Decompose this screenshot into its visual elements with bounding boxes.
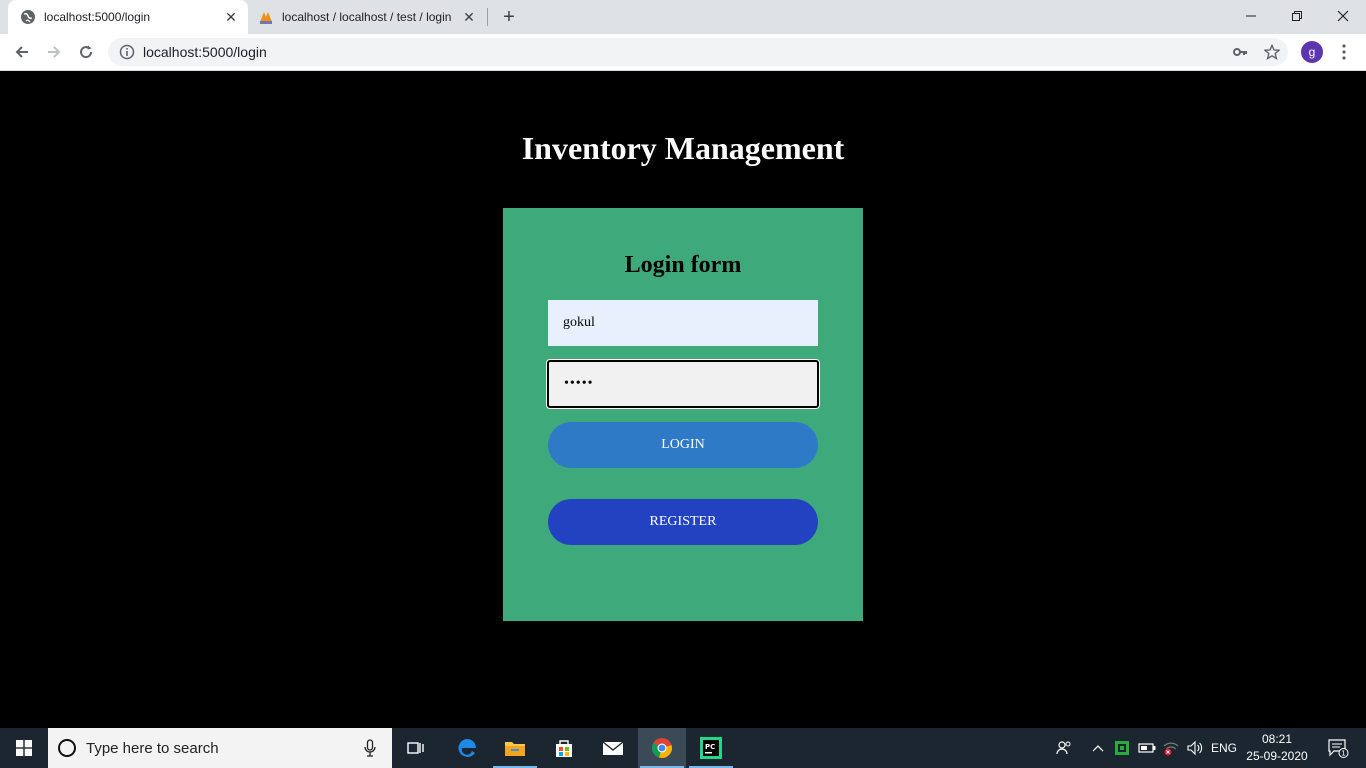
profile-avatar[interactable]: g — [1301, 41, 1323, 63]
form-title: Login form — [624, 252, 742, 278]
phpmyadmin-icon — [258, 9, 274, 25]
system-clock[interactable]: 08:21 25-09-2020 — [1242, 731, 1312, 765]
edge-browser-icon[interactable] — [443, 728, 491, 768]
battery-icon[interactable] — [1136, 728, 1158, 768]
back-arrow-icon[interactable] — [8, 38, 36, 66]
browser-toolbar: localhost:5000/login — [0, 34, 1366, 71]
windows-start-icon[interactable] — [0, 728, 48, 768]
tab-login[interactable]: localhost:5000/login ✕ — [8, 0, 248, 34]
address-bar[interactable]: localhost:5000/login — [108, 38, 1288, 66]
reload-icon[interactable] — [72, 38, 100, 66]
restore-icon[interactable] — [1274, 0, 1320, 32]
password-input[interactable] — [547, 360, 819, 408]
taskbar-search[interactable]: Type here to search — [48, 728, 392, 768]
notification-icon[interactable]: 1 — [1320, 728, 1356, 768]
more-menu-icon[interactable] — [1332, 38, 1356, 66]
notification-count: 1 — [1341, 750, 1345, 758]
network-disconnected-icon[interactable] — [1160, 728, 1182, 768]
clock-date: 25-09-2020 — [1246, 749, 1308, 763]
window-close-icon[interactable] — [1320, 0, 1366, 32]
tab-title: localhost / localhost / test / login — [282, 10, 452, 24]
cortana-icon — [58, 739, 76, 757]
svg-text:PC: PC — [705, 743, 715, 751]
star-icon[interactable] — [1258, 38, 1286, 66]
task-view-icon[interactable] — [392, 728, 440, 768]
taskbar: Type here to search PC ENG 08:21 25-09-2… — [0, 728, 1366, 768]
tray-app-icon[interactable] — [1112, 728, 1132, 768]
page-title: Inventory Management — [521, 130, 845, 166]
minimize-icon[interactable] — [1228, 0, 1274, 32]
new-tab-icon[interactable]: + — [497, 5, 521, 29]
volume-icon[interactable] — [1184, 728, 1206, 768]
close-icon[interactable]: ✕ — [220, 6, 242, 28]
pycharm-icon[interactable]: PC — [687, 728, 735, 768]
language-indicator[interactable]: ENG — [1208, 728, 1240, 768]
forward-arrow-icon[interactable] — [40, 38, 68, 66]
close-icon[interactable]: ✕ — [458, 6, 480, 28]
register-button[interactable]: REGISTER — [548, 499, 818, 545]
people-icon[interactable] — [1052, 728, 1076, 768]
mail-icon[interactable] — [589, 728, 637, 768]
tab-phpmyadmin[interactable]: localhost / localhost / test / login ✕ — [250, 0, 486, 34]
microphone-icon[interactable] — [358, 739, 382, 757]
login-button[interactable]: LOGIN — [548, 422, 818, 468]
file-explorer-icon[interactable] — [491, 728, 539, 768]
tab-title: localhost:5000/login — [44, 10, 151, 24]
store-icon[interactable] — [540, 728, 588, 768]
chevron-up-icon[interactable] — [1088, 728, 1108, 768]
page-content: Inventory Management Login form LOGIN RE… — [0, 71, 1366, 728]
tab-separator — [487, 8, 488, 26]
info-icon[interactable] — [119, 44, 135, 60]
search-placeholder: Type here to search — [86, 739, 219, 757]
globe-icon — [20, 9, 36, 25]
username-input[interactable] — [548, 300, 818, 346]
login-form: Login form LOGIN REGISTER — [503, 208, 863, 621]
browser-tabstrip: localhost:5000/login ✕ localhost / local… — [0, 0, 1366, 34]
key-icon[interactable] — [1226, 38, 1254, 66]
chrome-icon[interactable] — [638, 728, 686, 768]
clock-time: 08:21 — [1261, 732, 1293, 746]
url-text: localhost:5000/login — [143, 44, 267, 60]
